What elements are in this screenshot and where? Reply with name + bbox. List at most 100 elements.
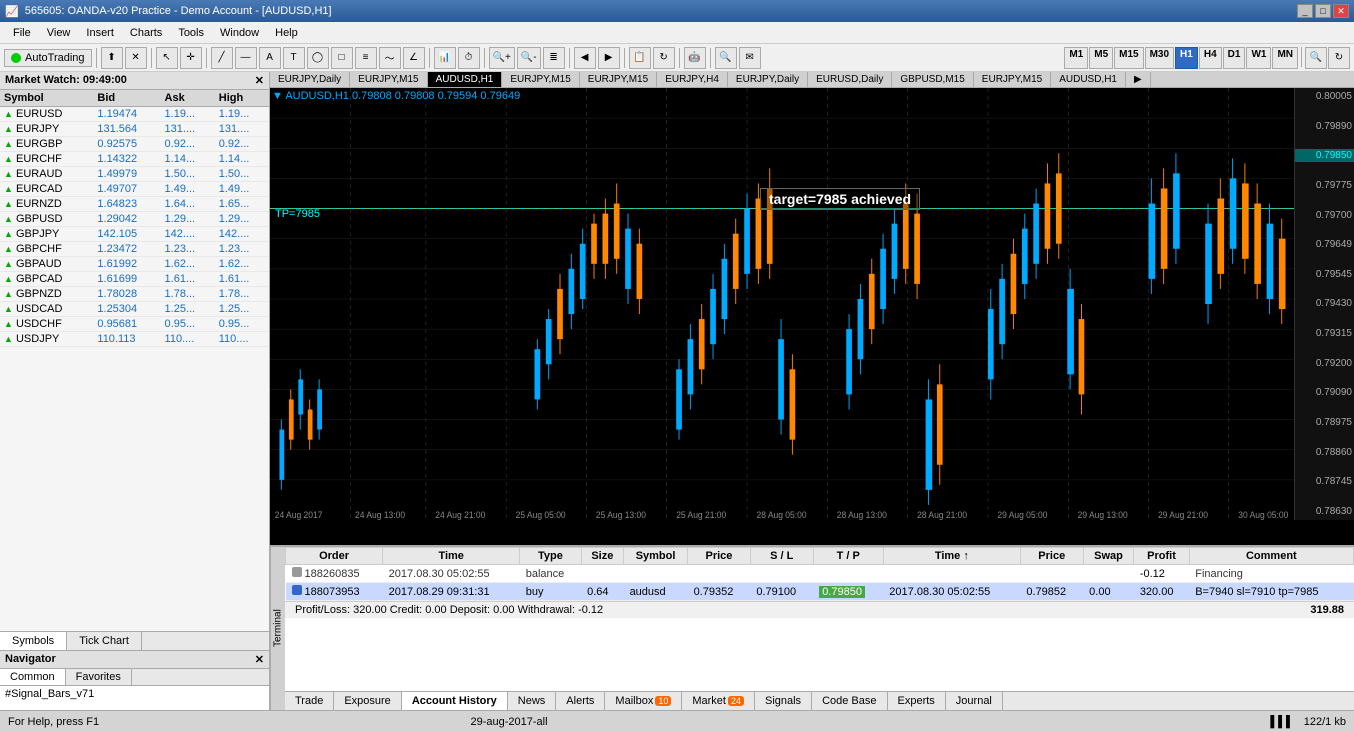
tf-m5[interactable]: M5 xyxy=(1089,47,1113,69)
toolbar-btn-ellipse[interactable]: ◯ xyxy=(307,47,329,69)
tab-experts[interactable]: Experts xyxy=(888,692,946,710)
market-watch-row[interactable]: ▲ EURJPY 131.564 131.... 131.... xyxy=(0,122,269,137)
toolbar-btn-cursor[interactable]: ↖ xyxy=(156,47,178,69)
tf-m15[interactable]: M15 xyxy=(1114,47,1143,69)
tab-alerts[interactable]: Alerts xyxy=(556,692,605,710)
menu-file[interactable]: File xyxy=(5,25,39,41)
tf-m30[interactable]: M30 xyxy=(1145,47,1174,69)
tab-news[interactable]: News xyxy=(508,692,557,710)
chart-tab-5[interactable]: EURJPY,H4 xyxy=(657,72,728,87)
tf-h1[interactable]: H1 xyxy=(1175,47,1198,69)
toolbar-btn-period[interactable]: ⏱ xyxy=(458,47,480,69)
market-watch-row[interactable]: ▲ GBPCAD 1.61699 1.61... 1.61... xyxy=(0,272,269,287)
chart-tab-3[interactable]: EURJPY,M15 xyxy=(502,72,579,87)
market-watch-row[interactable]: ▲ USDCHF 0.95681 0.95... 0.95... xyxy=(0,317,269,332)
market-watch-row[interactable]: ▲ USDCAD 1.25304 1.25... 1.25... xyxy=(0,302,269,317)
chart-tab-arrow[interactable]: ▶ xyxy=(1126,72,1151,87)
navigator-close[interactable]: ✕ xyxy=(255,653,264,666)
toolbar-reload-btn[interactable]: ↻ xyxy=(1328,47,1350,69)
chart-tab-8[interactable]: GBPUSD,M15 xyxy=(892,72,973,87)
toolbar-btn-templates[interactable]: 📋 xyxy=(629,47,651,69)
terminal-row[interactable]: 188260835 2017.08.30 05:02:55 balance -0… xyxy=(286,565,1354,583)
market-watch-row[interactable]: ▲ EURGBP 0.92575 0.92... 0.92... xyxy=(0,137,269,152)
toolbar-btn-crosshair[interactable]: ✛ xyxy=(180,47,202,69)
toolbar-btn-expert[interactable]: 🤖 xyxy=(684,47,706,69)
market-watch-row[interactable]: ▲ USDJPY 110.113 110.... 110.... xyxy=(0,332,269,347)
mw-tab-tickchart[interactable]: Tick Chart xyxy=(67,632,142,650)
toolbar-btn-arrow[interactable]: ⬆ xyxy=(101,47,123,69)
nav-tab-favorites[interactable]: Favorites xyxy=(66,669,132,685)
menu-insert[interactable]: Insert xyxy=(78,25,122,41)
chart-tab-6[interactable]: EURJPY,Daily xyxy=(728,72,808,87)
toolbar-btn-back[interactable]: ◀ xyxy=(574,47,596,69)
tab-market[interactable]: Market24 xyxy=(682,692,755,710)
menu-charts[interactable]: Charts xyxy=(122,25,170,41)
tf-d1[interactable]: D1 xyxy=(1223,47,1246,69)
chart-tab-7[interactable]: EURUSD,Daily xyxy=(808,72,892,87)
toolbar-btn-wave[interactable]: 〜 xyxy=(379,47,401,69)
chart-tab-9[interactable]: EURJPY,M15 xyxy=(974,72,1051,87)
market-watch-row[interactable]: ▲ EURNZD 1.64823 1.64... 1.65... xyxy=(0,197,269,212)
chart-tab-10[interactable]: AUDUSD,H1 xyxy=(1051,72,1126,87)
market-watch-row[interactable]: ▲ GBPUSD 1.29042 1.29... 1.29... xyxy=(0,212,269,227)
tf-m1[interactable]: M1 xyxy=(1064,47,1088,69)
svg-text:24 Aug 2017: 24 Aug 2017 xyxy=(275,510,323,520)
toolbar-btn-indicator[interactable]: 📊 xyxy=(434,47,456,69)
bottom-table-area[interactable]: Order Time Type Size Symbol Price S / L … xyxy=(285,547,1354,691)
toolbar-btn-mail[interactable]: ✉ xyxy=(739,47,761,69)
menu-window[interactable]: Window xyxy=(212,25,267,41)
tab-journal[interactable]: Journal xyxy=(946,692,1003,710)
terminal-row[interactable]: 188073953 2017.08.29 09:31:31 buy 0.64 a… xyxy=(286,583,1354,601)
toolbar-btn-zoomout[interactable]: 🔍- xyxy=(517,47,541,69)
toolbar-btn-fwd[interactable]: ▶ xyxy=(598,47,620,69)
toolbar-btn-hline[interactable]: — xyxy=(235,47,257,69)
market-watch-row[interactable]: ▲ EURAUD 1.49979 1.50... 1.50... xyxy=(0,167,269,182)
autotrading-button[interactable]: AutoTrading xyxy=(4,49,92,67)
tf-w1[interactable]: W1 xyxy=(1246,47,1271,69)
toolbar-btn-zoomin[interactable]: 🔍+ xyxy=(489,47,515,69)
toolbar-btn-search[interactable]: 🔍 xyxy=(715,47,737,69)
chart-tab-4[interactable]: EURJPY,M15 xyxy=(580,72,657,87)
market-watch-row[interactable]: ▲ GBPAUD 1.61992 1.62... 1.62... xyxy=(0,257,269,272)
menu-help[interactable]: Help xyxy=(267,25,306,41)
chart-tab-2[interactable]: AUDUSD,H1 xyxy=(428,72,503,87)
market-watch-close[interactable]: ✕ xyxy=(255,74,264,87)
toolbar-btn-fib[interactable]: ≡ xyxy=(355,47,377,69)
toolbar-btn-refresh[interactable]: ↻ xyxy=(653,47,675,69)
market-watch-row[interactable]: ▲ EURCAD 1.49707 1.49... 1.49... xyxy=(0,182,269,197)
market-watch-table[interactable]: Symbol Bid Ask High ▲ EURUSD 1.19474 1.1… xyxy=(0,90,269,631)
market-watch-row[interactable]: ▲ GBPNZD 1.78028 1.78... 1.78... xyxy=(0,287,269,302)
cell-price xyxy=(688,565,751,583)
menu-view[interactable]: View xyxy=(39,25,79,41)
tf-h4[interactable]: H4 xyxy=(1199,47,1222,69)
nav-tab-common[interactable]: Common xyxy=(0,669,66,685)
chart-tab-1[interactable]: EURJPY,M15 xyxy=(350,72,427,87)
toolbar-btn-new[interactable]: ✕ xyxy=(125,47,147,69)
tab-trade[interactable]: Trade xyxy=(285,692,334,710)
restore-button[interactable]: □ xyxy=(1315,4,1331,18)
tab-account-history[interactable]: Account History xyxy=(402,692,508,710)
tab-signals[interactable]: Signals xyxy=(755,692,812,710)
toolbar-btn-line[interactable]: ╱ xyxy=(211,47,233,69)
tab-exposure[interactable]: Exposure xyxy=(334,692,401,710)
toolbar-btn-label[interactable]: T xyxy=(283,47,305,69)
close-button[interactable]: ✕ xyxy=(1333,4,1349,18)
toolbar-btn-rect[interactable]: □ xyxy=(331,47,353,69)
mw-tab-symbols[interactable]: Symbols xyxy=(0,632,67,650)
toolbar-search-btn[interactable]: 🔍 xyxy=(1305,47,1327,69)
market-watch-row[interactable]: ▲ GBPCHF 1.23472 1.23... 1.23... xyxy=(0,242,269,257)
chart-canvas[interactable]: ▼ AUDUSD,H1 0.79808 0.79808 0.79594 0.79… xyxy=(270,88,1354,545)
toolbar-btn-text[interactable]: A xyxy=(259,47,281,69)
navigator-item[interactable]: #Signal_Bars_v71 xyxy=(5,688,94,700)
menu-tools[interactable]: Tools xyxy=(170,25,212,41)
market-watch-row[interactable]: ▲ EURUSD 1.19474 1.19... 1.19... xyxy=(0,107,269,122)
tf-mn[interactable]: MN xyxy=(1272,47,1298,69)
toolbar-btn-angle[interactable]: ∠ xyxy=(403,47,425,69)
market-watch-row[interactable]: ▲ EURCHF 1.14322 1.14... 1.14... xyxy=(0,152,269,167)
chart-tab-0[interactable]: EURJPY,Daily xyxy=(270,72,350,87)
toolbar-btn-props[interactable]: ≣ xyxy=(543,47,565,69)
tab-codebase[interactable]: Code Base xyxy=(812,692,887,710)
market-watch-row[interactable]: ▲ GBPJPY 142.105 142.... 142.... xyxy=(0,227,269,242)
tab-mailbox[interactable]: Mailbox10 xyxy=(605,692,682,710)
minimize-button[interactable]: _ xyxy=(1297,4,1313,18)
